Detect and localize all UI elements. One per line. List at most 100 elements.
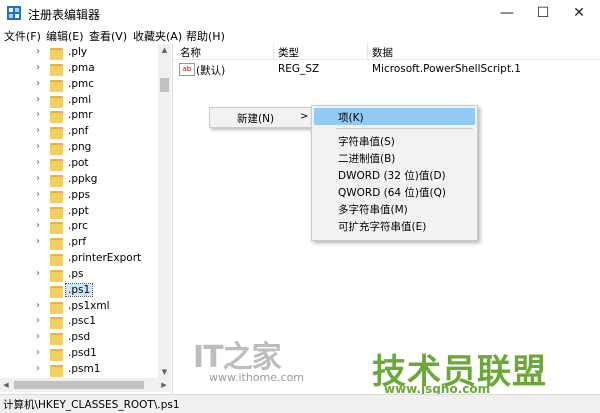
- column-type-header[interactable]: 类型: [278, 45, 299, 60]
- table-row[interactable]: ab (默认) REG_SZ Microsoft.PowerShellScrip…: [174, 61, 600, 77]
- chevron-right-icon[interactable]: ›: [36, 300, 40, 311]
- tree-item[interactable]: › .pnf: [0, 125, 160, 140]
- tree-item[interactable]: › .ps1xml: [0, 300, 160, 315]
- chevron-right-icon[interactable]: ›: [36, 62, 40, 73]
- tree-item-label: .ps1: [64, 282, 94, 297]
- chevron-right-icon[interactable]: ›: [36, 173, 40, 184]
- menu-file[interactable]: 文件(F): [4, 28, 41, 44]
- tree-item[interactable]: › .pps: [0, 189, 160, 204]
- tree-item-label: .psc1: [68, 315, 96, 328]
- submenu-item-binary[interactable]: 二进制值(B): [314, 149, 475, 166]
- scroll-up-icon[interactable]: ▲: [158, 44, 171, 56]
- ithome-watermark-logo: IT之家: [193, 340, 282, 375]
- chevron-right-icon[interactable]: ›: [36, 125, 40, 136]
- tree-item[interactable]: › .psc1: [0, 315, 160, 330]
- menu-view[interactable]: 查看(V): [89, 28, 127, 44]
- tree-item[interactable]: › .pml: [0, 94, 160, 109]
- tree-vertical-scrollbar[interactable]: ▲ ▼: [158, 44, 171, 378]
- menu-item-new-label: 新建(N): [237, 113, 275, 125]
- chevron-right-icon[interactable]: ›: [36, 157, 40, 168]
- chevron-right-icon[interactable]: ›: [36, 205, 40, 216]
- tree-item[interactable]: › .png: [0, 141, 160, 156]
- tree-item[interactable]: › .prc: [0, 220, 160, 235]
- chevron-right-icon[interactable]: ›: [36, 268, 40, 279]
- submenu-item-multi-string[interactable]: 多字符串值(M): [314, 200, 475, 217]
- chevron-right-icon[interactable]: ›: [36, 331, 40, 342]
- tree-item[interactable]: › .pmr: [0, 109, 160, 124]
- close-button[interactable]: ✕: [562, 0, 596, 26]
- chevron-right-icon[interactable]: ›: [36, 46, 40, 57]
- maximize-button[interactable]: ☐: [526, 0, 560, 26]
- tree-item-label: .prf: [68, 236, 87, 249]
- tree-item[interactable]: › .pma: [0, 62, 160, 77]
- tree-item[interactable]: .printerExport: [0, 252, 160, 267]
- tree-item-label: .prc: [68, 220, 88, 233]
- folder-icon: [50, 206, 63, 219]
- scroll-thumb[interactable]: [160, 78, 169, 92]
- scroll-right-icon[interactable]: ▶: [158, 378, 170, 392]
- folder-icon: [50, 317, 63, 330]
- chevron-right-icon[interactable]: ›: [36, 141, 40, 152]
- tree-item-label: .ps1xml: [68, 299, 110, 312]
- submenu-item-label: QWORD (64 位)值(Q): [338, 187, 446, 199]
- submenu-item-expandable-string[interactable]: 可扩充字符串值(E): [314, 217, 475, 234]
- tree-item[interactable]: › .prf: [0, 236, 160, 251]
- chevron-right-icon[interactable]: ›: [36, 315, 40, 326]
- menu-edit[interactable]: 编辑(E): [46, 28, 84, 44]
- status-bar: 计算机\HKEY_CLASSES_ROOT\.ps1: [0, 394, 600, 413]
- chevron-right-icon[interactable]: ›: [36, 347, 40, 358]
- menu-help[interactable]: 帮助(H): [186, 28, 225, 44]
- folder-icon: [50, 238, 63, 251]
- menu-item-new[interactable]: 新建(N) >: [210, 108, 312, 127]
- tree-item[interactable]: › .pmc: [0, 78, 160, 93]
- tree-item[interactable]: › .psd1: [0, 347, 160, 362]
- menu-favorites[interactable]: 收藏夹(A): [133, 28, 182, 44]
- hscroll-thumb[interactable]: [14, 381, 144, 389]
- column-divider[interactable]: [367, 44, 368, 59]
- tree-horizontal-scrollbar[interactable]: ◀ ▶: [0, 378, 171, 392]
- string-value-icon: ab: [179, 63, 195, 76]
- chevron-right-icon[interactable]: ›: [36, 109, 40, 120]
- tree-item-label: .png: [68, 141, 92, 154]
- column-data-header[interactable]: 数据: [372, 45, 393, 60]
- submenu-item-string[interactable]: 字符串值(S): [314, 132, 475, 149]
- scroll-left-icon[interactable]: ◀: [0, 378, 12, 392]
- tree-item-label: .pps: [68, 188, 91, 201]
- menu-separator: [336, 128, 473, 129]
- tree-item-label: .ppkg: [68, 172, 98, 185]
- tree-item[interactable]: › .ply: [0, 46, 160, 61]
- tree-item[interactable]: › .psm1: [0, 363, 160, 378]
- tree-item-label: .psd1: [68, 347, 97, 360]
- chevron-right-icon[interactable]: ›: [36, 189, 40, 200]
- tree-item-label: .ppt: [68, 204, 89, 217]
- value-name: (默认): [196, 65, 226, 77]
- minimize-button[interactable]: —: [490, 0, 524, 26]
- chevron-right-icon[interactable]: ›: [36, 236, 40, 247]
- folder-icon: [50, 95, 63, 108]
- submenu-item-key[interactable]: 项(K): [314, 108, 475, 125]
- tree-item[interactable]: › .psd: [0, 331, 160, 346]
- chevron-right-icon[interactable]: ›: [36, 363, 40, 374]
- folder-icon: [50, 333, 63, 346]
- submenu-item-dword[interactable]: DWORD (32 位)值(D): [314, 166, 475, 183]
- chevron-right-icon[interactable]: ›: [36, 220, 40, 231]
- regedit-icon: [7, 6, 21, 20]
- tree-item[interactable]: › .ppkg: [0, 173, 160, 188]
- column-name-header[interactable]: 名称: [180, 45, 201, 60]
- folder-icon: [50, 127, 63, 140]
- chevron-right-icon[interactable]: ›: [36, 78, 40, 89]
- context-menu: 新建(N) >: [209, 107, 313, 128]
- scroll-down-icon[interactable]: ▼: [158, 366, 171, 378]
- chevron-right-icon[interactable]: ›: [36, 94, 40, 105]
- tree-item[interactable]: › .ps: [0, 268, 160, 283]
- tree-item-label: .ps: [68, 267, 84, 280]
- folder-icon: [50, 365, 63, 377]
- column-divider[interactable]: [273, 44, 274, 59]
- tree-item[interactable]: › .pot: [0, 157, 160, 172]
- folder-icon: [50, 158, 63, 171]
- tree-item[interactable]: .ps1: [0, 282, 160, 299]
- ithome-watermark-url: www.ithome.com: [209, 371, 305, 384]
- key-tree[interactable]: › .ply › .pma › .pmc › .pml › .pmr › .pnf › .png › .pot…: [0, 44, 173, 394]
- submenu-item-qword[interactable]: QWORD (64 位)值(Q): [314, 183, 475, 200]
- tree-item[interactable]: › .ppt: [0, 205, 160, 220]
